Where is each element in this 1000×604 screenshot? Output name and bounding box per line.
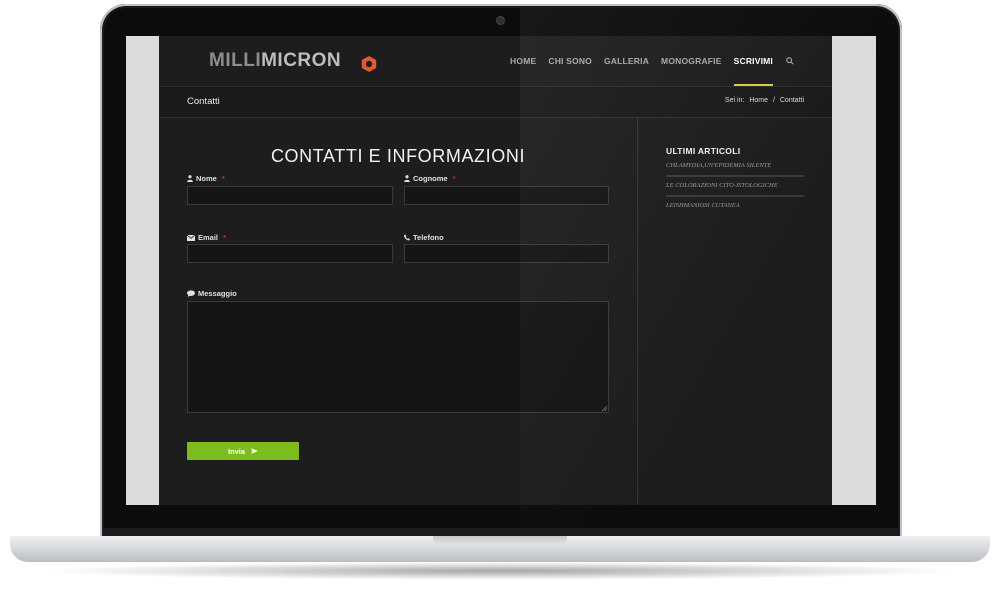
nav-item-galleria[interactable]: GALLERIA	[598, 36, 655, 86]
site-header: MILLIMICRON HOME CHI SONO GALLERIA MONOG…	[159, 36, 832, 87]
phone-icon	[404, 234, 410, 241]
comment-icon	[187, 290, 195, 297]
laptop-notch	[433, 536, 567, 546]
search-icon[interactable]	[783, 36, 797, 86]
content-area: CONTATTI E INFORMAZIONI Nome * Cognome * E…	[159, 118, 832, 505]
nav-item-chi-sono[interactable]: CHI SONO	[542, 36, 598, 86]
nome-label-text: Nome	[196, 174, 217, 183]
required-marker: *	[452, 174, 456, 183]
required-marker: *	[221, 174, 225, 183]
hexagon-logo-icon	[361, 56, 377, 72]
invia-button[interactable]: Invia	[187, 442, 299, 460]
page-titlebar: Contatti Sei in: Home / Contatti	[159, 87, 832, 118]
nome-input[interactable]	[187, 186, 393, 205]
telefono-label: Telefono	[404, 233, 444, 242]
messaggio-label: Messaggio	[187, 289, 237, 298]
messaggio-label-text: Messaggio	[198, 289, 237, 298]
article-link[interactable]: CHLAMYDIA,UN'EPIDEMIA SILENTE	[666, 162, 804, 177]
email-label: Email *	[187, 233, 226, 242]
user-icon	[187, 175, 193, 182]
laptop-shadow	[40, 562, 960, 580]
camera-icon	[497, 17, 504, 24]
nav-item-scrivimi[interactable]: SCRIVIMI	[728, 36, 779, 86]
cognome-label-text: Cognome	[413, 174, 448, 183]
resize-handle-icon[interactable]	[601, 405, 607, 411]
logo-text-part1: MILLI	[209, 50, 262, 71]
article-link[interactable]: LEISHMANIOSI CUTANEA	[666, 202, 804, 215]
envelope-icon	[187, 234, 195, 241]
nav-item-monografie[interactable]: MONOGRAFIE	[655, 36, 728, 86]
sidebar: ULTIMI ARTICOLI CHLAMYDIA,UN'EPIDEMIA SI…	[638, 118, 832, 505]
breadcrumb-separator: /	[772, 97, 775, 104]
website: MILLIMICRON HOME CHI SONO GALLERIA MONOG…	[159, 36, 832, 505]
invia-button-label: Invia	[227, 446, 246, 456]
form-title: CONTATTI E INFORMAZIONI	[270, 146, 526, 166]
nav-item-home[interactable]: HOME	[504, 36, 542, 86]
nome-label: Nome *	[187, 174, 225, 183]
bezel-bottom	[102, 528, 900, 536]
contact-form-section: CONTATTI E INFORMAZIONI Nome * Cognome * E…	[159, 118, 638, 505]
email-input[interactable]	[187, 244, 393, 263]
breadcrumb-prefix: Sei in:	[724, 97, 745, 104]
telefono-label-text: Telefono	[413, 233, 444, 242]
breadcrumb-home-link[interactable]: Home	[749, 97, 768, 104]
breadcrumb-current: Contatti	[779, 97, 804, 104]
breadcrumb: Sei in: Home / Contatti	[722, 97, 804, 104]
article-link[interactable]: LE COLORAZIONI CITO-ISTOLOGICHE	[666, 182, 804, 197]
site-logo[interactable]: MILLIMICRON	[209, 50, 377, 80]
user-icon	[404, 175, 410, 182]
recent-articles-list: CHLAMYDIA,UN'EPIDEMIA SILENTE LE COLORAZ…	[666, 162, 804, 220]
main-nav: HOME CHI SONO GALLERIA MONOGRAFIE SCRIVI…	[504, 36, 797, 86]
cognome-label: Cognome *	[404, 174, 456, 183]
cognome-input[interactable]	[404, 186, 609, 205]
telefono-input[interactable]	[404, 244, 609, 263]
page-title: Contatti	[187, 96, 220, 107]
logo-text-part2: MICRON	[261, 50, 342, 71]
screen: MILLIMICRON HOME CHI SONO GALLERIA MONOG…	[126, 36, 876, 505]
send-icon	[251, 448, 259, 454]
email-label-text: Email	[198, 233, 219, 242]
messaggio-textarea[interactable]	[187, 301, 609, 413]
required-marker: *	[223, 233, 226, 242]
sidebar-title: ULTIMI ARTICOLI	[666, 146, 741, 156]
